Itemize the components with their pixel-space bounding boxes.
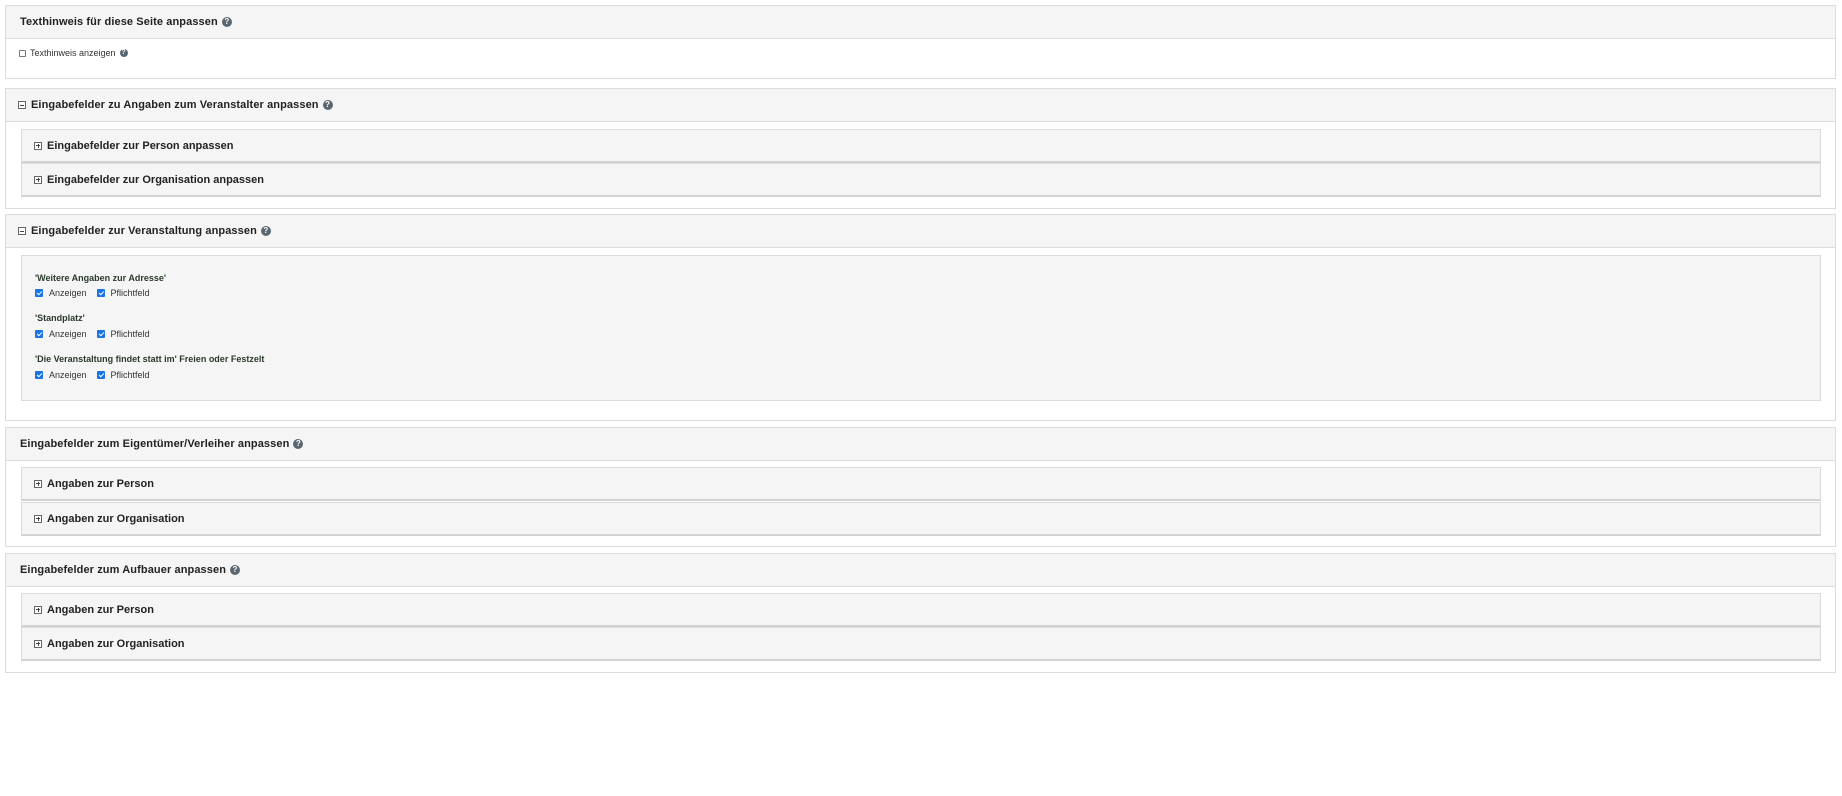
required-label[interactable]: Pflichtfeld — [111, 329, 150, 339]
text-hint-panel-header[interactable]: Texthinweis für diese Seite anpassen ? — [6, 6, 1835, 39]
required-label[interactable]: Pflichtfeld — [111, 370, 150, 380]
builder-panel: Eingabefelder zum Aufbauer anpassen ? An… — [5, 553, 1836, 673]
event-panel: Eingabefelder zur Veranstaltung anpassen… — [5, 214, 1836, 421]
required-label[interactable]: Pflichtfeld — [111, 288, 150, 298]
field-title: 'Weitere Angaben zur Adresse' — [35, 273, 166, 283]
field-options-row: Anzeigen Pflichtfeld — [35, 370, 160, 380]
builder-person-section[interactable]: Angaben zur Person — [21, 593, 1821, 627]
text-hint-checkbox[interactable] — [19, 49, 26, 57]
text-hint-checkbox-row: Texthinweis anzeigen ? — [19, 48, 128, 58]
owner-organisation-section[interactable]: Angaben zur Organisation — [21, 502, 1821, 536]
minus-square-icon[interactable] — [18, 227, 26, 235]
organizer-panel-title: Eingabefelder zu Angaben zum Veranstalte… — [31, 99, 319, 111]
show-checkbox[interactable] — [35, 289, 43, 297]
owner-panel-title: Eingabefelder zum Eigentümer/Verleiher a… — [20, 438, 290, 450]
field-title: 'Standplatz' — [35, 313, 85, 323]
field-options-row: Anzeigen Pflichtfeld — [35, 288, 160, 298]
show-label[interactable]: Anzeigen — [49, 288, 87, 298]
event-panel-title: Eingabefelder zur Veranstaltung anpassen — [31, 225, 257, 237]
organizer-panel-header[interactable]: Eingabefelder zu Angaben zum Veranstalte… — [6, 89, 1835, 122]
event-panel-header[interactable]: Eingabefelder zur Veranstaltung anpassen… — [6, 215, 1835, 248]
field-title: 'Die Veranstaltung findet statt im' Frei… — [35, 354, 265, 364]
question-circle-icon[interactable]: ? — [260, 226, 271, 236]
event-fields-box: 'Weitere Angaben zur Adresse' Anzeigen P… — [21, 255, 1821, 401]
text-hint-panel-title: Texthinweis für diese Seite anpassen — [20, 16, 218, 28]
section-label: Angaben zur Person — [47, 477, 154, 490]
required-checkbox[interactable] — [96, 330, 105, 338]
builder-organisation-section[interactable]: Angaben zur Organisation — [21, 627, 1821, 661]
show-label[interactable]: Anzeigen — [49, 370, 87, 380]
field-options-row: Anzeigen Pflichtfeld — [35, 329, 160, 339]
question-circle-icon[interactable]: ? — [230, 565, 241, 575]
organizer-panel: Eingabefelder zu Angaben zum Veranstalte… — [5, 88, 1836, 209]
show-label[interactable]: Anzeigen — [49, 329, 87, 339]
question-circle-icon[interactable]: ? — [322, 100, 333, 110]
minus-square-icon[interactable] — [18, 101, 26, 109]
question-circle-icon[interactable]: ? — [293, 439, 304, 449]
plus-square-icon[interactable] — [34, 175, 42, 184]
question-circle-icon[interactable]: ? — [221, 17, 232, 27]
show-checkbox[interactable] — [35, 330, 43, 338]
plus-square-icon[interactable] — [34, 514, 42, 523]
plus-square-icon[interactable] — [34, 479, 42, 488]
plus-square-icon[interactable] — [34, 605, 42, 614]
text-hint-panel: Texthinweis für diese Seite anpassen ? T… — [5, 5, 1836, 79]
section-label: Angaben zur Organisation — [47, 512, 185, 525]
owner-person-section[interactable]: Angaben zur Person — [21, 467, 1821, 501]
plus-square-icon[interactable] — [34, 141, 42, 150]
required-checkbox[interactable] — [96, 289, 105, 297]
show-checkbox[interactable] — [35, 371, 43, 379]
builder-panel-header[interactable]: Eingabefelder zum Aufbauer anpassen ? — [6, 554, 1835, 587]
section-label: Eingabefelder zur Person anpassen — [47, 139, 234, 152]
text-hint-checkbox-label[interactable]: Texthinweis anzeigen — [30, 48, 116, 58]
builder-panel-title: Eingabefelder zum Aufbauer anpassen — [20, 564, 227, 576]
section-label: Angaben zur Organisation — [47, 637, 185, 650]
required-checkbox[interactable] — [96, 371, 105, 379]
organizer-person-section[interactable]: Eingabefelder zur Person anpassen — [21, 129, 1821, 163]
section-label: Eingabefelder zur Organisation anpassen — [47, 173, 264, 186]
plus-square-icon[interactable] — [34, 639, 42, 648]
owner-panel: Eingabefelder zum Eigentümer/Verleiher a… — [5, 427, 1836, 547]
organizer-organisation-section[interactable]: Eingabefelder zur Organisation anpassen — [21, 163, 1821, 197]
question-circle-icon[interactable]: ? — [119, 49, 128, 57]
section-label: Angaben zur Person — [47, 603, 154, 616]
owner-panel-header[interactable]: Eingabefelder zum Eigentümer/Verleiher a… — [6, 428, 1835, 461]
